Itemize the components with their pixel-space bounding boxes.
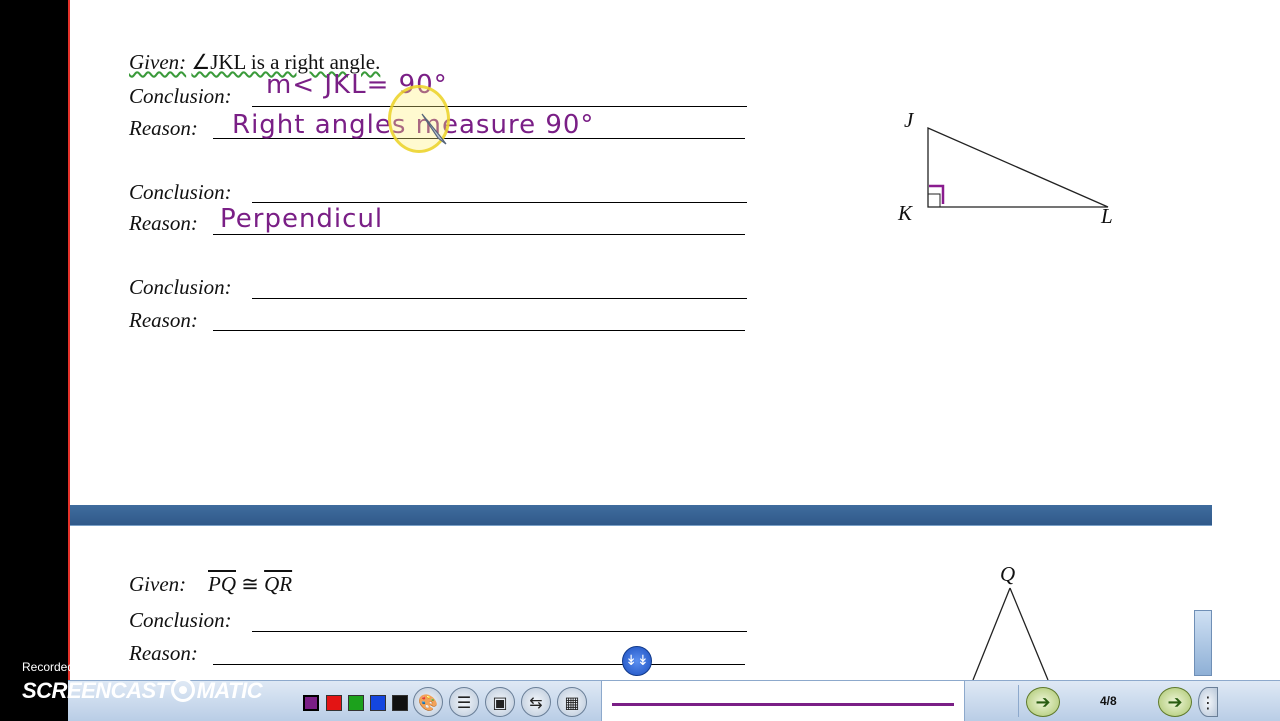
- swap-icon: ⇆: [529, 692, 543, 712]
- reason-line-4: [213, 664, 745, 665]
- pen-preview-line: [612, 703, 954, 706]
- triangle-jkl-diagram: [927, 127, 1109, 208]
- handwritten-reason-2: Perpendicul: [220, 204, 384, 234]
- pen-cursor-icon: [421, 113, 447, 145]
- given-statement-2: PQ ≅ QR: [208, 572, 292, 597]
- screenshot-icon: ▣: [492, 692, 508, 712]
- conclusion-line-4: [252, 631, 747, 632]
- double-down-arrow-icon: ↡↡: [625, 653, 649, 669]
- color-swatch-purple[interactable]: [303, 695, 319, 711]
- screenshot-button[interactable]: ▣: [485, 687, 515, 717]
- scroll-down-button[interactable]: ↡↡: [622, 646, 652, 676]
- color-swatch-black[interactable]: [392, 695, 408, 711]
- segment-pq: PQ: [208, 572, 236, 596]
- line-width-button[interactable]: ☰: [449, 687, 479, 717]
- swap-button[interactable]: ⇆: [521, 687, 551, 717]
- page-indicator: 4/8: [1100, 694, 1117, 708]
- worksheet-page: Given: ∠JKL is a right angle. Conclusion…: [68, 0, 1212, 720]
- watermark-recorded-with: Recorded with: [22, 660, 99, 674]
- congruent-symbol: ≅: [241, 572, 259, 596]
- next-page-button[interactable]: ➔: [1158, 687, 1192, 717]
- reason-label-2: Reason:: [129, 211, 198, 235]
- color-swatch-red[interactable]: [326, 695, 342, 711]
- reason-label-1: Reason:: [129, 116, 198, 140]
- conclusion-line-2: [252, 202, 747, 203]
- conclusion-label-3: Conclusion:: [129, 275, 232, 299]
- right-panel: [1194, 0, 1280, 720]
- watermark-logo-suffix: MATIC: [196, 678, 263, 703]
- vertex-label-q: Q: [1000, 562, 1016, 586]
- conclusion-line-1: [252, 106, 747, 107]
- prev-page-button[interactable]: ➔: [1026, 687, 1060, 717]
- vertex-label-l: L: [1101, 204, 1113, 228]
- overflow-button[interactable]: ⋮: [1198, 687, 1218, 717]
- vertex-label-k: K: [898, 201, 913, 225]
- reason-line-3: [213, 330, 745, 331]
- conclusion-label-2: Conclusion:: [129, 180, 232, 204]
- line-width-icon: ☰: [456, 692, 472, 712]
- arrow-left-icon: ➔: [1035, 691, 1051, 713]
- triangle-q-diagram: [972, 587, 1049, 680]
- vertex-label-j: J: [904, 108, 914, 132]
- segment-qr: QR: [264, 572, 293, 596]
- toolbar-separator: [1018, 685, 1019, 717]
- reason-label-4: Reason:: [129, 641, 198, 665]
- side-thumbnail[interactable]: [1194, 610, 1212, 676]
- watermark-logo: SCREENCAST MATIC: [22, 678, 263, 704]
- palette-icon: 🎨: [418, 692, 438, 712]
- page-break-bar: [68, 505, 1212, 526]
- given-label-2: Given:: [129, 572, 187, 596]
- conclusion-label-1: Conclusion:: [129, 84, 232, 108]
- conclusion-line-3: [252, 298, 747, 299]
- conclusion-label-4: Conclusion:: [129, 608, 232, 632]
- reason-label-3: Reason:: [129, 308, 198, 332]
- arrow-right-icon: ➔: [1167, 691, 1183, 713]
- grid-icon: ▦: [564, 692, 580, 712]
- watermark-logo-text: SCREENCAST: [22, 678, 169, 703]
- pen-preview-panel: [601, 681, 965, 721]
- palette-button[interactable]: 🎨: [413, 687, 443, 717]
- color-swatch-blue[interactable]: [370, 695, 386, 711]
- record-circle-icon: [170, 678, 195, 702]
- reason-line-2: [213, 234, 745, 235]
- margin-line: [68, 0, 70, 720]
- grid-button[interactable]: ▦: [557, 687, 587, 717]
- more-icon: ⋮: [1200, 692, 1216, 712]
- color-swatch-green[interactable]: [348, 695, 364, 711]
